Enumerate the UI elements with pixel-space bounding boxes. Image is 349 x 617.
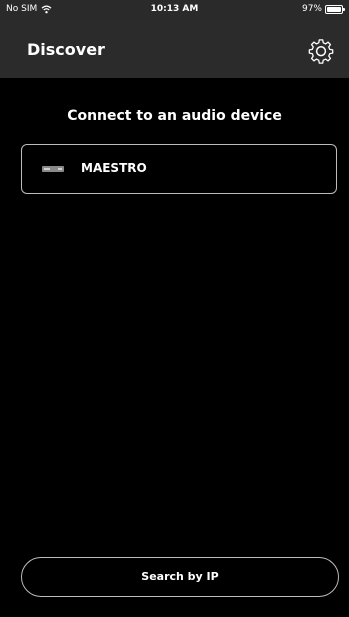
battery-fill — [327, 6, 341, 12]
status-right: 97% — [301, 4, 345, 14]
status-time: 10:13 AM — [150, 4, 199, 14]
search-by-ip-button[interactable]: Search by IP — [21, 557, 339, 597]
page-title: Discover — [27, 40, 105, 59]
audio-device-icon — [42, 166, 64, 172]
nav-bar: Discover — [0, 22, 349, 78]
battery-percent: 97% — [301, 4, 322, 14]
device-item-maestro[interactable]: MAESTRO — [21, 144, 337, 194]
settings-button[interactable] — [307, 36, 335, 64]
main-content: Connect to an audio device MAESTRO Searc… — [0, 78, 349, 617]
status-bar: No SIM 10:13 AM 97% — [0, 0, 349, 22]
battery-icon — [325, 4, 345, 14]
section-heading: Connect to an audio device — [67, 108, 282, 124]
battery-cap — [343, 7, 345, 11]
device-name: MAESTRO — [81, 161, 147, 175]
gear-icon — [308, 39, 334, 64]
